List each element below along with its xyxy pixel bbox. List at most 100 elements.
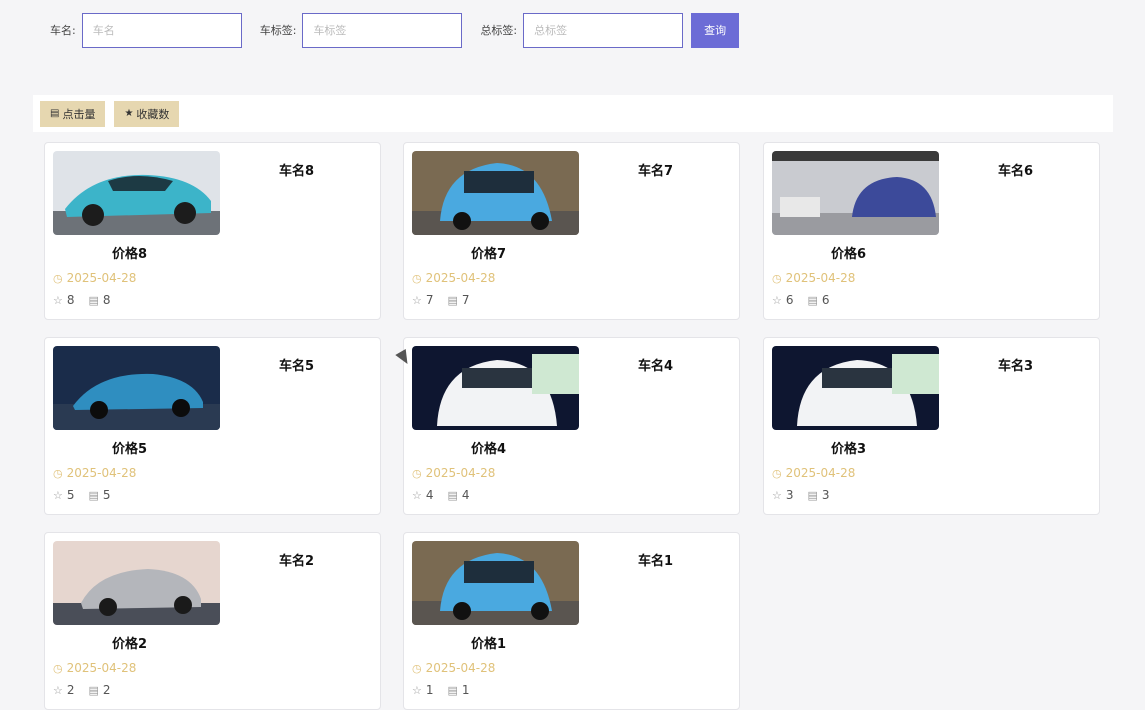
car-name: 车名3	[998, 359, 1034, 374]
card-stats: ☆ 8 ▤ 8	[53, 293, 125, 307]
star-outline-icon: ☆	[412, 488, 422, 502]
clock-icon: ◷	[412, 466, 422, 480]
clock-icon: ◷	[772, 466, 782, 480]
car-name: 车名7	[638, 164, 674, 179]
star-outline-icon: ☆	[53, 488, 63, 502]
favorites-stat: ☆ 8	[53, 293, 75, 307]
clock-icon: ◷	[53, 661, 63, 675]
clicks-count: 2	[102, 683, 111, 697]
car-price: 价格8	[112, 247, 148, 262]
book-icon: ▤	[50, 108, 60, 119]
favorites-count: 5	[66, 488, 75, 502]
sort-bar: ▤ 点击量 ★ 收藏数	[33, 95, 1113, 132]
card-stats: ☆ 4 ▤ 4	[412, 488, 484, 502]
car-card[interactable]: 车名3 价格3 ◷ 2025-04-28 ☆ 3 ▤ 3	[763, 337, 1100, 515]
favorites-stat: ☆ 1	[412, 683, 434, 697]
car-date: ◷ 2025-04-28	[412, 466, 495, 480]
car-image	[412, 541, 579, 625]
car-date-value: 2025-04-28	[66, 661, 137, 675]
favorites-stat: ☆ 6	[772, 293, 794, 307]
car-card[interactable]: 车名2 价格2 ◷ 2025-04-28 ☆ 2 ▤ 2	[44, 532, 381, 710]
car-image	[412, 346, 579, 430]
car-price: 价格1	[471, 637, 507, 652]
document-icon: ▤	[807, 488, 818, 502]
car-card[interactable]: 车名1 价格1 ◷ 2025-04-28 ☆ 1 ▤ 1	[403, 532, 740, 710]
total-tag-input[interactable]	[523, 12, 684, 48]
car-card[interactable]: 车名7 价格7 ◷ 2025-04-28 ☆ 7 ▤ 7	[403, 142, 740, 320]
clock-icon: ◷	[412, 271, 422, 285]
car-date: ◷ 2025-04-28	[772, 271, 855, 285]
clicks-count: 7	[461, 293, 470, 307]
car-name-field: 车名:	[50, 12, 242, 48]
favorites-stat: ☆ 2	[53, 683, 75, 697]
car-date: ◷ 2025-04-28	[53, 661, 136, 675]
car-date: ◷ 2025-04-28	[772, 466, 855, 480]
car-image	[53, 151, 220, 235]
car-image	[772, 151, 939, 235]
total-tag-field: 总标签:	[480, 12, 684, 48]
total-tag-label: 总标签:	[480, 24, 518, 37]
star-outline-icon: ☆	[412, 293, 422, 307]
car-price: 价格3	[831, 442, 867, 457]
car-name: 车名8	[279, 164, 315, 179]
card-stats: ☆ 6 ▤ 6	[772, 293, 844, 307]
clicks-count: 6	[821, 293, 830, 307]
clicks-stat: ▤ 1	[448, 683, 470, 697]
car-date: ◷ 2025-04-28	[53, 271, 136, 285]
star-outline-icon: ☆	[412, 683, 422, 697]
car-date: ◷ 2025-04-28	[53, 466, 136, 480]
document-icon: ▤	[88, 683, 99, 697]
car-date-value: 2025-04-28	[425, 466, 496, 480]
car-name-input[interactable]	[81, 12, 242, 48]
car-date-value: 2025-04-28	[66, 466, 137, 480]
clicks-stat: ▤ 5	[89, 488, 111, 502]
document-icon: ▤	[807, 293, 818, 307]
card-stats: ☆ 7 ▤ 7	[412, 293, 484, 307]
car-image	[53, 346, 220, 430]
clicks-count: 8	[102, 293, 111, 307]
clicks-stat: ▤ 2	[89, 683, 111, 697]
car-card[interactable]: 车名4 价格4 ◷ 2025-04-28 ☆ 4 ▤ 4	[403, 337, 740, 515]
clicks-count: 3	[821, 488, 830, 502]
car-card[interactable]: 车名5 价格5 ◷ 2025-04-28 ☆ 5 ▤ 5	[44, 337, 381, 515]
clicks-count: 5	[102, 488, 111, 502]
sort-by-favorites-label: 收藏数	[136, 107, 170, 121]
car-image	[412, 151, 579, 235]
favorites-stat: ☆ 7	[412, 293, 434, 307]
car-date-value: 2025-04-28	[785, 271, 856, 285]
car-date-value: 2025-04-28	[425, 271, 496, 285]
clicks-count: 1	[461, 683, 470, 697]
sort-by-clicks-button[interactable]: ▤ 点击量	[40, 100, 106, 127]
car-tag-label: 车标签:	[259, 24, 297, 37]
clicks-count: 4	[461, 488, 470, 502]
favorites-count: 2	[66, 683, 75, 697]
car-name: 车名4	[638, 359, 674, 374]
card-stats: ☆ 1 ▤ 1	[412, 683, 484, 697]
car-date: ◷ 2025-04-28	[412, 661, 495, 675]
document-icon: ▤	[447, 488, 458, 502]
clicks-stat: ▤ 8	[89, 293, 111, 307]
car-image	[53, 541, 220, 625]
car-card[interactable]: 车名6 价格6 ◷ 2025-04-28 ☆ 6 ▤ 6	[763, 142, 1100, 320]
star-outline-icon: ☆	[772, 293, 782, 307]
favorites-stat: ☆ 3	[772, 488, 794, 502]
sort-by-favorites-button[interactable]: ★ 收藏数	[114, 100, 180, 127]
car-card[interactable]: 车名8 价格8 ◷ 2025-04-28 ☆ 8 ▤ 8	[44, 142, 381, 320]
car-date: ◷ 2025-04-28	[412, 271, 495, 285]
favorites-stat: ☆ 4	[412, 488, 434, 502]
favorites-count: 3	[785, 488, 794, 502]
car-price: 价格2	[112, 637, 148, 652]
favorites-count: 7	[425, 293, 434, 307]
favorites-count: 6	[785, 293, 794, 307]
star-outline-icon: ☆	[772, 488, 782, 502]
car-date-value: 2025-04-28	[785, 466, 856, 480]
car-tag-input[interactable]	[302, 12, 463, 48]
clock-icon: ◷	[53, 466, 63, 480]
clock-icon: ◷	[53, 271, 63, 285]
clicks-stat: ▤ 3	[808, 488, 830, 502]
query-button[interactable]: 查询	[691, 12, 740, 48]
car-price: 价格6	[831, 247, 867, 262]
favorites-stat: ☆ 5	[53, 488, 75, 502]
star-icon: ★	[124, 108, 134, 119]
car-name-label: 车名:	[50, 24, 76, 37]
